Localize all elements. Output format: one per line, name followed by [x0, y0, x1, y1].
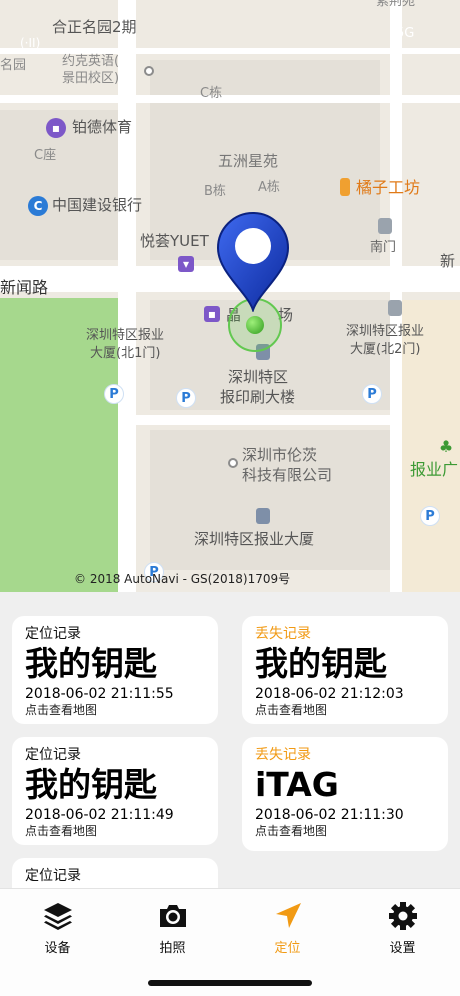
- map-label: 新: [440, 252, 456, 270]
- record-tag: 定位记录: [25, 868, 81, 884]
- map-label: 深圳市伦茨: [242, 446, 318, 464]
- poi-dot: [228, 458, 238, 468]
- map-road: [118, 0, 136, 592]
- view-map-hint: 点击查看地图: [25, 703, 98, 717]
- record-list[interactable]: 定位记录 我的钥匙 2018-06-02 21:11:55 点击查看地图 丢失记…: [0, 592, 460, 888]
- map-label: A栋: [258, 180, 280, 195]
- map-label: C座: [34, 148, 57, 163]
- tree-icon: ♣: [438, 436, 454, 456]
- tab-devices[interactable]: 设备: [0, 889, 115, 996]
- map-label: C栋: [200, 86, 223, 101]
- bank-icon: C: [28, 196, 48, 216]
- map-copyright: © 2018 AutoNavi - GS(2018)1709号: [74, 572, 291, 586]
- device-name: iTAG: [255, 765, 339, 804]
- record-card[interactable]: 定位记录 我的钥匙 2018-06-02 21:11:55 点击查看地图: [12, 616, 218, 724]
- map-label: B栋: [204, 184, 226, 199]
- food-icon: [340, 178, 350, 196]
- record-tag: 定位记录: [25, 626, 81, 642]
- map-label: 中国建设银行: [52, 196, 143, 214]
- map-label: 大厦(北1门): [90, 346, 161, 361]
- record-time: 2018-06-02 21:11:30: [255, 807, 404, 823]
- record-time: 2018-06-02 21:11:49: [25, 807, 174, 823]
- map-label: 合正名园2期: [52, 18, 137, 36]
- poi-dot: [144, 66, 154, 76]
- map-label: 科技有限公司: [242, 466, 333, 484]
- store-icon: ▪: [46, 118, 66, 138]
- record-tag: 丢失记录: [255, 747, 311, 763]
- record-time: 2018-06-02 21:12:03: [255, 686, 404, 702]
- map-label: 紫荆苑: [376, 0, 416, 9]
- map-label: 橘子工坊: [356, 178, 421, 197]
- map-label: 景田校区): [62, 71, 120, 86]
- map-label: 报业广: [410, 460, 459, 479]
- location-arrow-icon: [272, 901, 304, 931]
- tab-label: 定位: [274, 941, 301, 956]
- device-name: 我的钥匙: [255, 644, 387, 683]
- tab-label: 设备: [44, 941, 71, 956]
- current-location-dot: [246, 316, 264, 334]
- view-map-hint: 点击查看地图: [25, 824, 98, 838]
- map-view[interactable]: (·II) 5G 合正名园2期 紫荆苑 名园 约克英语( 景田校区) C栋 ▪ …: [0, 0, 460, 592]
- record-time: 2018-06-02 21:11:55: [25, 686, 174, 702]
- device-name: 我的钥匙: [25, 765, 157, 804]
- map-label: 铂德体育: [72, 118, 133, 136]
- map-road: [0, 95, 460, 103]
- tab-settings[interactable]: 设置: [345, 889, 460, 996]
- gear-icon: [387, 901, 419, 931]
- map-label: 五洲星苑: [218, 152, 279, 170]
- tab-label: 拍照: [159, 941, 186, 956]
- parking-icon: P: [420, 506, 440, 526]
- camera-icon: [157, 901, 189, 931]
- map-label: 悦荟YUET: [140, 232, 209, 250]
- map-label: 新闻路: [0, 278, 49, 297]
- map-road: [136, 415, 396, 425]
- status-signal: 5G: [396, 26, 415, 41]
- parking-icon: P: [362, 384, 382, 404]
- layers-icon: [42, 901, 74, 931]
- map-label: 报印刷大楼: [220, 388, 296, 406]
- gate-icon: [388, 300, 402, 316]
- map-label: 名园: [0, 58, 27, 73]
- view-map-hint: 点击查看地图: [255, 824, 328, 838]
- record-card[interactable]: 丢失记录 我的钥匙 2018-06-02 21:12:03 点击查看地图: [242, 616, 448, 724]
- map-pin-icon[interactable]: [212, 212, 294, 312]
- map-road: [390, 0, 402, 592]
- parking-icon: P: [176, 388, 196, 408]
- map-label: 深圳特区报业大厦: [194, 530, 315, 548]
- map-label: 深圳特区报业: [346, 324, 425, 339]
- tab-label: 设置: [389, 941, 416, 956]
- building-icon: [256, 508, 270, 524]
- status-left: (·II): [20, 36, 41, 50]
- record-card[interactable]: 丢失记录 iTAG 2018-06-02 21:11:30 点击查看地图: [242, 737, 448, 851]
- record-tag: 定位记录: [25, 747, 81, 763]
- shopping-cart-icon: ▾: [178, 256, 194, 272]
- parking-icon: P: [104, 384, 124, 404]
- record-tag: 丢失记录: [255, 626, 311, 642]
- map-label: 深圳特区报业: [86, 328, 165, 343]
- device-name: 我的钥匙: [25, 644, 157, 683]
- view-map-hint: 点击查看地图: [255, 703, 328, 717]
- map-label: 南门: [370, 240, 397, 255]
- map-label: 大厦(北2门): [350, 342, 421, 357]
- map-label: 深圳特区: [228, 368, 289, 386]
- map-label: 约克英语(: [62, 54, 120, 69]
- record-card[interactable]: 定位记录 我的钥匙 2018-06-02 21:11:49 点击查看地图: [12, 737, 218, 845]
- record-card[interactable]: 定位记录: [12, 858, 218, 888]
- home-indicator: [148, 980, 312, 986]
- gate-icon: [378, 218, 392, 234]
